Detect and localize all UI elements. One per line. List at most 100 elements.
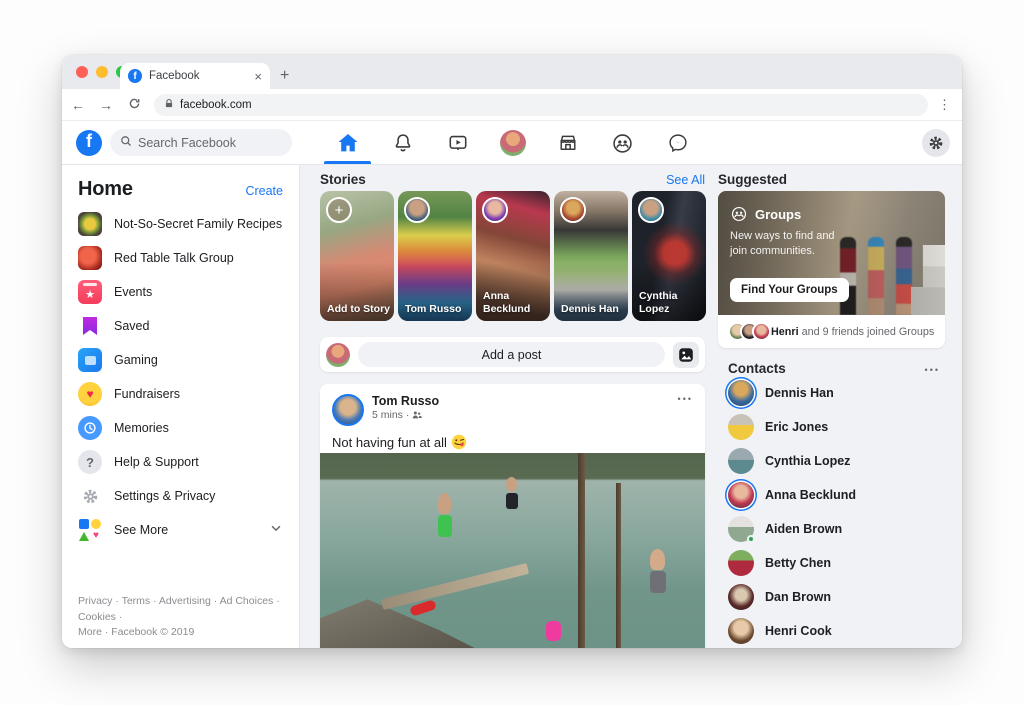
friends-audience-icon	[413, 411, 423, 419]
story-card[interactable]: Anna Becklund	[476, 191, 550, 321]
story-avatar	[404, 197, 430, 223]
reload-icon[interactable]	[122, 97, 146, 113]
stories-row: + Add to Story Tom Russo Anna Becklund D…	[320, 191, 706, 321]
forward-icon[interactable]: →	[94, 97, 118, 113]
sidebar-item-recipes-group[interactable]: Not-So-Secret Family Recipes	[62, 207, 299, 241]
lock-icon	[164, 96, 174, 114]
post-photo-lake-jump[interactable]	[320, 453, 705, 648]
back-icon[interactable]: ←	[66, 97, 90, 113]
groups-badge-icon	[731, 206, 747, 222]
new-tab-button[interactable]: +	[280, 63, 289, 89]
suggested-title: Suggested	[718, 172, 788, 187]
suggested-groups-card[interactable]: Groups New ways to find and join communi…	[718, 191, 945, 315]
sidebar-item-fundraisers[interactable]: ♥ Fundraisers	[62, 377, 299, 411]
main-content: Stories See All + Add to Story Tom Russo…	[300, 165, 962, 648]
profile-avatar	[499, 130, 526, 156]
home-icon	[338, 134, 357, 152]
sidebar-item-saved[interactable]: Saved	[62, 309, 299, 343]
add-photo-button[interactable]	[673, 341, 699, 368]
sidebar-item-red-table-talk[interactable]: Red Table Talk Group	[62, 241, 299, 275]
marketplace-tab[interactable]	[540, 121, 595, 165]
avatar	[752, 322, 771, 341]
bookmark-icon	[78, 314, 102, 338]
search-bar[interactable]	[110, 129, 292, 156]
photo-icon	[679, 347, 693, 362]
nav-icon-row	[320, 121, 705, 165]
gear-icon	[78, 484, 102, 508]
groups-icon	[613, 133, 632, 153]
browser-tab[interactable]: f Facebook ×	[120, 63, 270, 89]
watch-tab[interactable]	[430, 121, 485, 165]
story-card[interactable]: Dennis Han	[554, 191, 628, 321]
tab-close-icon[interactable]: ×	[254, 69, 262, 84]
groups-tab[interactable]	[595, 121, 650, 165]
sidebar-item-gaming[interactable]: Gaming	[62, 343, 299, 377]
browser-menu-icon[interactable]: ⋮	[938, 97, 952, 113]
contact-row[interactable]: Cynthia Lopez	[724, 444, 944, 478]
post-menu-icon[interactable]: •••	[678, 394, 693, 404]
sidebar-item-events[interactable]: ★ Events	[62, 275, 299, 309]
groups-card-description: New ways to find and join communities.	[730, 230, 835, 257]
contact-avatar	[728, 380, 754, 406]
find-your-groups-button[interactable]: Find Your Groups	[730, 278, 849, 302]
story-avatar	[638, 197, 664, 223]
post-timestamp: 5 mins ·	[372, 409, 410, 421]
sidebar-item-memories[interactable]: Memories	[62, 411, 299, 445]
sidebar-item-see-more[interactable]: ♥ See More	[62, 513, 299, 547]
contact-row[interactable]: Henri Cook	[724, 614, 944, 648]
chevron-down-icon[interactable]	[269, 521, 283, 540]
groups-joined-text: Henri and 9 friends joined Groups	[771, 325, 935, 338]
settings-button[interactable]	[922, 129, 950, 157]
url-text: facebook.com	[180, 98, 252, 111]
tab-title: Facebook	[149, 70, 200, 82]
story-card[interactable]: Tom Russo	[398, 191, 472, 321]
close-window-button[interactable]	[76, 66, 88, 78]
story-avatar	[482, 197, 508, 223]
home-tab[interactable]	[320, 121, 375, 165]
sidebar-item-settings-privacy[interactable]: Settings & Privacy	[62, 479, 299, 513]
calendar-icon: ★	[78, 280, 102, 304]
left-sidebar: Home Create Not-So-Secret Family Recipes…	[62, 165, 300, 648]
question-icon: ?	[78, 450, 102, 474]
contact-avatar	[728, 414, 754, 440]
contact-row[interactable]: Aiden Brown	[724, 512, 944, 546]
url-bar[interactable]: facebook.com	[154, 93, 928, 116]
contacts-title: Contacts	[728, 361, 786, 376]
browser-window: f Facebook × + ← → facebook.com ⋮ f Sear…	[62, 55, 962, 648]
contact-avatar	[728, 618, 754, 644]
minimize-window-button[interactable]	[96, 66, 108, 78]
contact-avatar	[728, 482, 754, 508]
contact-row[interactable]: Dennis Han	[724, 376, 944, 410]
contact-row[interactable]: Eric Jones	[724, 410, 944, 444]
story-card-add[interactable]: + Add to Story	[320, 191, 394, 321]
gaming-icon	[78, 348, 102, 372]
post-author-name[interactable]: Tom Russo	[372, 394, 670, 408]
legal-footer-links[interactable]: Privacy · Terms · Advertising · Ad Choic…	[78, 594, 287, 640]
create-link[interactable]: Create	[245, 184, 283, 198]
see-all-link[interactable]: See All	[666, 173, 705, 187]
post-composer: Add a post	[320, 337, 705, 372]
post-author-avatar[interactable]	[332, 394, 364, 426]
contact-row[interactable]: Betty Chen	[724, 546, 944, 580]
watch-icon	[449, 135, 466, 150]
stories-title: Stories	[320, 172, 366, 187]
online-status-dot	[747, 535, 755, 543]
add-post-input[interactable]: Add a post	[358, 342, 665, 367]
sidebar-item-help-support[interactable]: ? Help & Support	[62, 445, 299, 479]
contacts-menu-icon[interactable]: •••	[925, 365, 940, 375]
groups-card-footer: Henri and 9 friends joined Groups	[718, 315, 945, 348]
add-story-plus-icon[interactable]: +	[326, 197, 352, 223]
bell-icon	[395, 134, 410, 152]
story-card[interactable]: Cynthia Lopez	[632, 191, 706, 321]
facebook-top-nav: f	[62, 121, 962, 165]
facebook-logo[interactable]: f	[76, 130, 102, 156]
groups-card-label: Groups	[755, 206, 802, 222]
contact-avatar	[728, 448, 754, 474]
notifications-tab[interactable]	[375, 121, 430, 165]
search-input[interactable]	[138, 135, 278, 150]
messenger-tab[interactable]	[650, 121, 705, 165]
gear-icon	[929, 136, 943, 150]
profile-tab[interactable]	[485, 121, 540, 165]
contact-row[interactable]: Anna Becklund	[724, 478, 944, 512]
contact-row[interactable]: Dan Brown	[724, 580, 944, 614]
